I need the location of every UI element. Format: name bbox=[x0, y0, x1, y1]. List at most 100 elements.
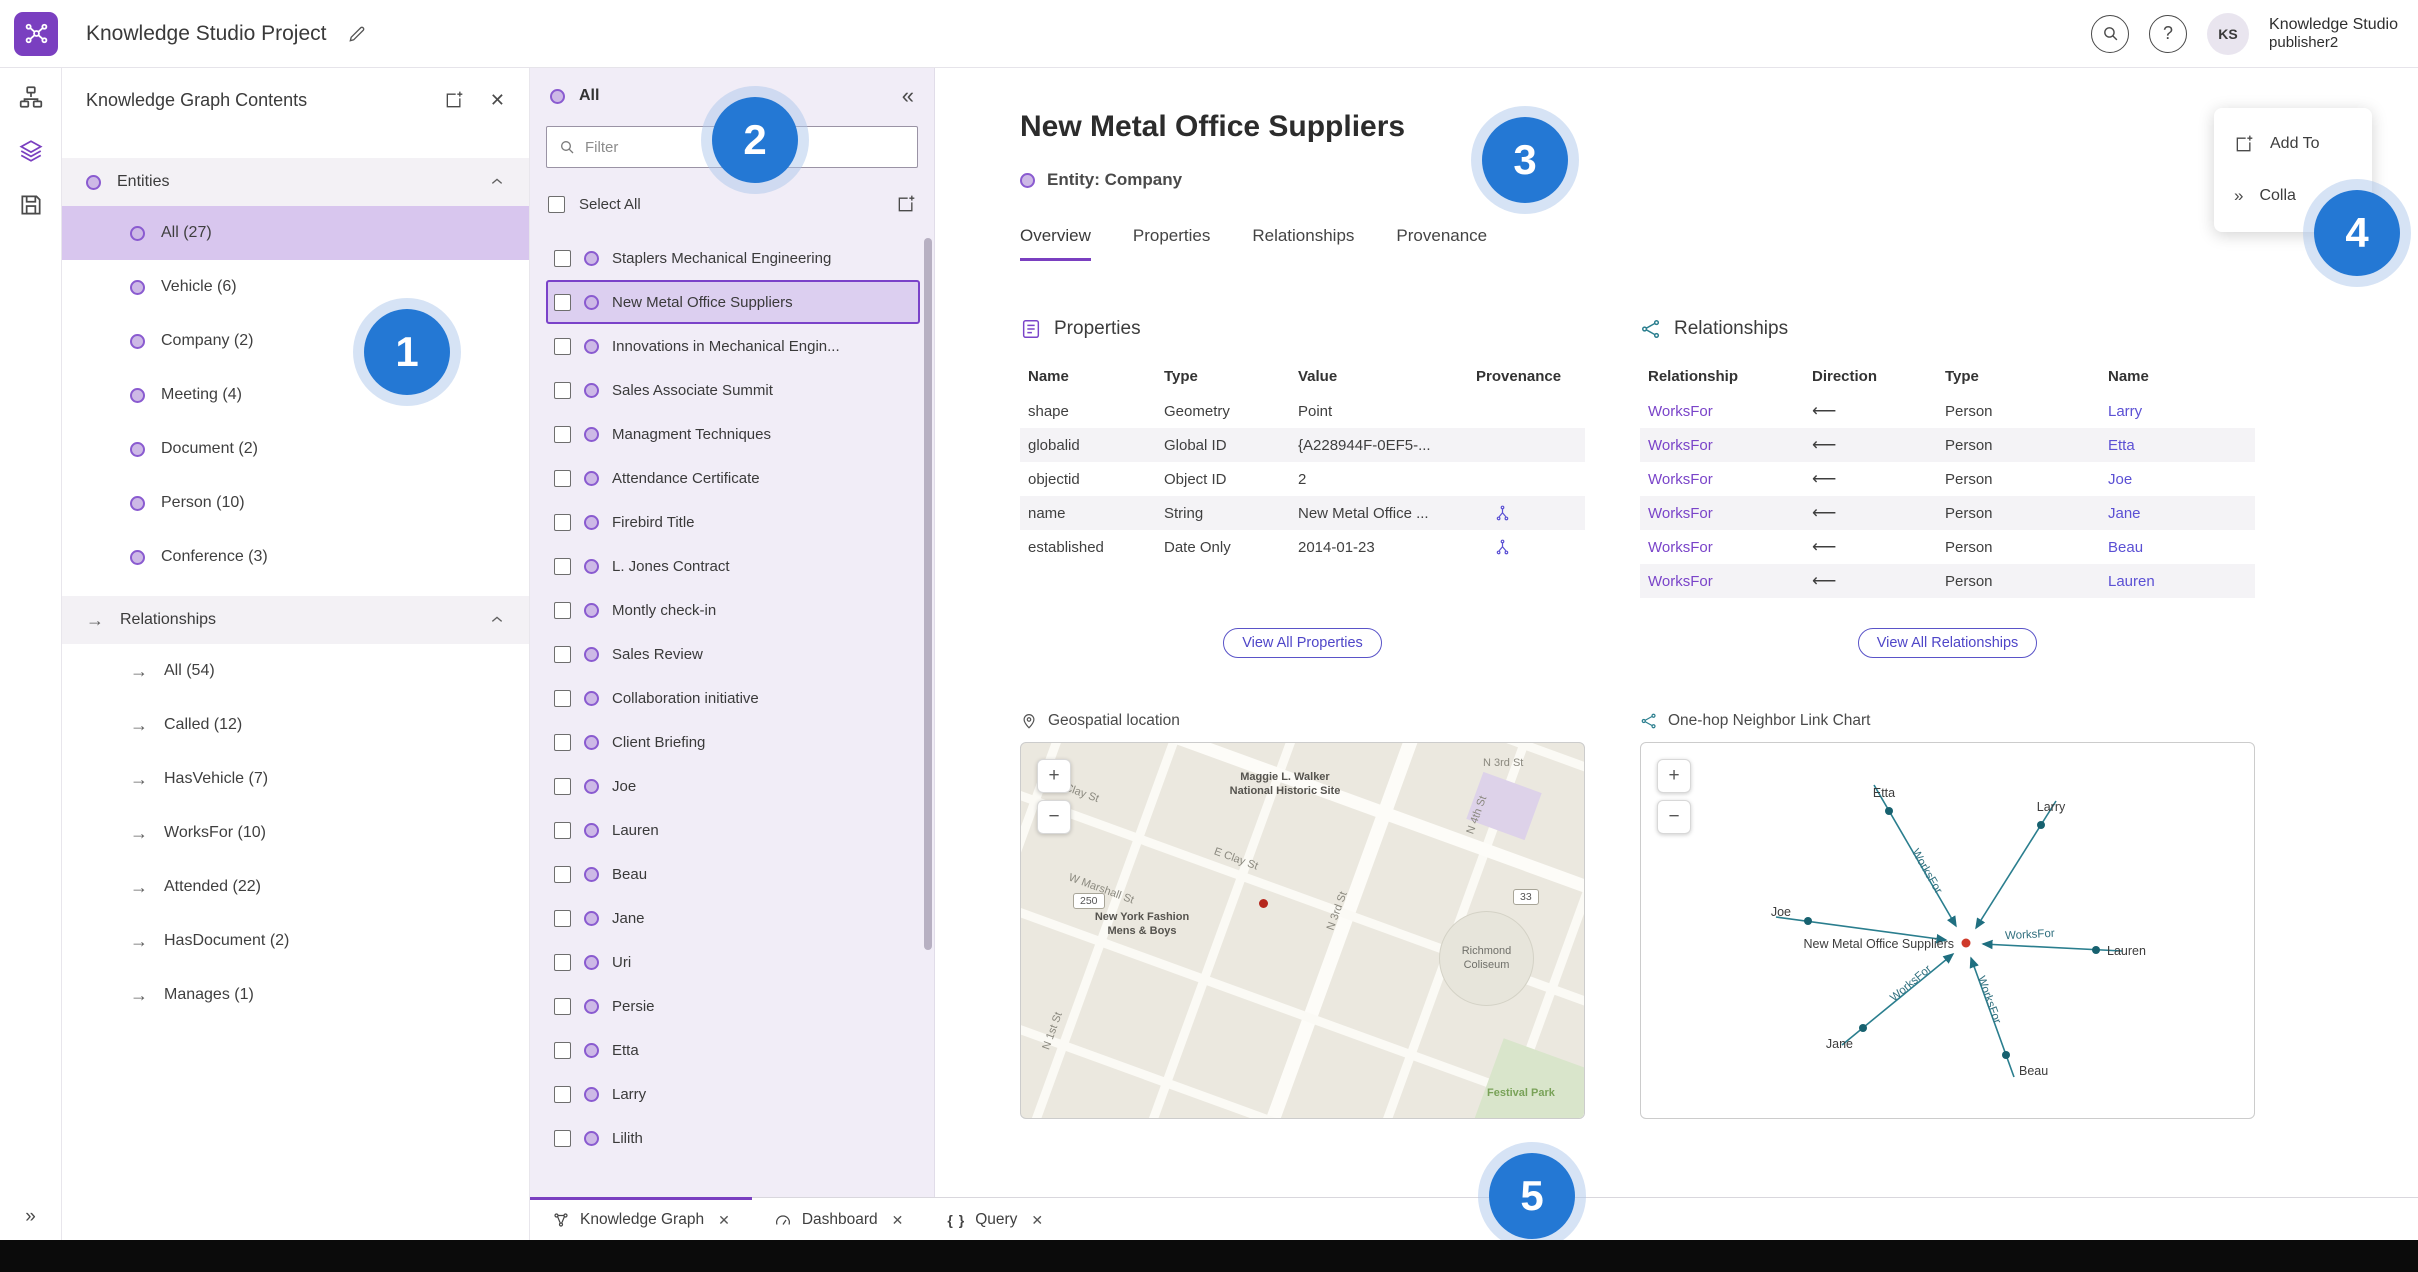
avatar[interactable]: KS bbox=[2207, 12, 2250, 55]
related-entity-link[interactable]: Lauren bbox=[2108, 573, 2255, 590]
tab-relationships[interactable]: Relationships bbox=[1252, 226, 1354, 261]
item-checkbox[interactable] bbox=[554, 645, 571, 663]
relationship-link[interactable]: WorksFor bbox=[1648, 505, 1812, 522]
edit-title-button[interactable] bbox=[347, 24, 367, 44]
relationship-link[interactable]: WorksFor bbox=[1648, 539, 1812, 556]
item-checkbox[interactable] bbox=[554, 909, 571, 927]
list-item[interactable]: Lilith bbox=[546, 1116, 920, 1160]
zoom-in-button[interactable]: + bbox=[1657, 759, 1691, 793]
search-button[interactable] bbox=[2091, 14, 2130, 53]
close-panel-button[interactable]: ✕ bbox=[490, 90, 505, 111]
zoom-out-button[interactable]: − bbox=[1657, 800, 1691, 834]
node-label[interactable]: Etta bbox=[1873, 786, 1895, 800]
entities-group-header[interactable]: Entities bbox=[62, 158, 529, 206]
item-checkbox[interactable] bbox=[554, 689, 571, 707]
tab-overview[interactable]: Overview bbox=[1020, 226, 1091, 261]
provenance-icon[interactable] bbox=[1476, 505, 1585, 522]
list-item[interactable]: Etta bbox=[546, 1028, 920, 1072]
item-checkbox[interactable] bbox=[554, 601, 571, 619]
related-entity-link[interactable]: Etta bbox=[2108, 437, 2255, 454]
item-checkbox[interactable] bbox=[554, 337, 571, 355]
item-checkbox[interactable] bbox=[554, 469, 571, 487]
node-label[interactable]: Larry bbox=[2037, 800, 2066, 814]
node-label[interactable]: Beau bbox=[2019, 1064, 2048, 1078]
node-label[interactable]: Jane bbox=[1826, 1037, 1853, 1051]
node-label[interactable]: Joe bbox=[1771, 905, 1791, 919]
list-item[interactable]: Collaboration initiative bbox=[546, 676, 920, 720]
provenance-icon[interactable] bbox=[1476, 539, 1585, 556]
list-item[interactable]: Sales Review bbox=[546, 632, 920, 676]
list-item[interactable]: Jane bbox=[546, 896, 920, 940]
list-item[interactable]: Larry bbox=[546, 1072, 920, 1116]
list-item[interactable]: Firebird Title bbox=[546, 500, 920, 544]
list-item[interactable]: Lauren bbox=[546, 808, 920, 852]
view-all-relationships-button[interactable]: View All Relationships bbox=[1857, 628, 2038, 658]
node-label[interactable]: Lauren bbox=[2107, 944, 2146, 958]
menu-item-add-to[interactable]: Add To bbox=[2214, 118, 2372, 170]
list-item[interactable]: L. Jones Contract bbox=[546, 544, 920, 588]
tab-query[interactable]: { } Query ✕ bbox=[925, 1197, 1065, 1240]
item-checkbox[interactable] bbox=[554, 293, 571, 311]
chevron-up-icon[interactable] bbox=[489, 174, 505, 190]
one-hop-link-chart[interactable]: Etta Larry Joe Lauren Jane Beau New Meta… bbox=[1640, 742, 2255, 1119]
entity-filter-company[interactable]: Company (2) bbox=[62, 314, 529, 368]
app-logo[interactable] bbox=[14, 11, 58, 56]
entity-filter-all[interactable]: All (27) bbox=[62, 206, 529, 260]
item-checkbox[interactable] bbox=[554, 821, 571, 839]
item-checkbox[interactable] bbox=[554, 381, 571, 399]
related-entity-link[interactable]: Beau bbox=[2108, 539, 2255, 556]
relationship-link[interactable]: WorksFor bbox=[1648, 573, 1812, 590]
item-checkbox[interactable] bbox=[554, 513, 571, 531]
add-to-new-panel-button[interactable] bbox=[444, 90, 464, 110]
tab-dashboard[interactable]: Dashboard ✕ bbox=[752, 1197, 926, 1240]
chevron-up-icon[interactable] bbox=[489, 612, 505, 628]
item-checkbox[interactable] bbox=[554, 953, 571, 971]
list-item[interactable]: Innovations in Mechanical Engin... bbox=[546, 324, 920, 368]
item-checkbox[interactable] bbox=[554, 1041, 571, 1059]
relationship-filter-hasdocument[interactable]: → HasDocument (2) bbox=[62, 914, 529, 968]
expand-rail-button[interactable]: » bbox=[25, 1206, 36, 1228]
view-all-properties-button[interactable]: View All Properties bbox=[1223, 628, 1382, 658]
relationship-filter-attended[interactable]: → Attended (22) bbox=[62, 860, 529, 914]
relationship-filter-all[interactable]: → All (54) bbox=[62, 644, 529, 698]
list-item[interactable]: Montly check-in bbox=[546, 588, 920, 632]
list-item[interactable]: Persie bbox=[546, 984, 920, 1028]
tab-knowledge-graph[interactable]: Knowledge Graph ✕ bbox=[530, 1197, 752, 1240]
relationship-filter-hasvehicle[interactable]: → HasVehicle (7) bbox=[62, 752, 529, 806]
list-item[interactable]: Managment Techniques bbox=[546, 412, 920, 456]
relationship-filter-manages[interactable]: → Manages (1) bbox=[62, 968, 529, 1022]
item-checkbox[interactable] bbox=[554, 425, 571, 443]
relationship-filter-worksfor[interactable]: → WorksFor (10) bbox=[62, 806, 529, 860]
zoom-in-button[interactable]: + bbox=[1037, 759, 1071, 793]
close-tab-icon[interactable]: ✕ bbox=[892, 1212, 904, 1229]
hierarchy-tool-button[interactable] bbox=[18, 84, 44, 110]
entity-filter-document[interactable]: Document (2) bbox=[62, 422, 529, 476]
list-item[interactable]: Attendance Certificate bbox=[546, 456, 920, 500]
entity-filter-vehicle[interactable]: Vehicle (6) bbox=[62, 260, 529, 314]
center-node-label[interactable]: New Metal Office Suppliers bbox=[1803, 937, 1954, 951]
tab-provenance[interactable]: Provenance bbox=[1396, 226, 1487, 261]
entity-filter-person[interactable]: Person (10) bbox=[62, 476, 529, 530]
list-item[interactable]: Client Briefing bbox=[546, 720, 920, 764]
related-entity-link[interactable]: Larry bbox=[2108, 403, 2255, 420]
zoom-out-button[interactable]: − bbox=[1037, 800, 1071, 834]
related-entity-link[interactable]: Joe bbox=[2108, 471, 2255, 488]
item-checkbox[interactable] bbox=[554, 249, 571, 267]
item-checkbox[interactable] bbox=[554, 777, 571, 795]
relationship-link[interactable]: WorksFor bbox=[1648, 437, 1812, 454]
relationships-group-header[interactable]: → Relationships bbox=[62, 596, 529, 644]
relationship-filter-called[interactable]: → Called (12) bbox=[62, 698, 529, 752]
entity-filter-meeting[interactable]: Meeting (4) bbox=[62, 368, 529, 422]
close-tab-icon[interactable]: ✕ bbox=[718, 1212, 730, 1229]
layers-tool-button[interactable] bbox=[18, 138, 44, 164]
list-item-selected[interactable]: New Metal Office Suppliers bbox=[546, 280, 920, 324]
add-selection-button[interactable] bbox=[896, 194, 916, 214]
related-entity-link[interactable]: Jane bbox=[2108, 505, 2255, 522]
item-checkbox[interactable] bbox=[554, 733, 571, 751]
relationship-link[interactable]: WorksFor bbox=[1648, 403, 1812, 420]
save-tool-button[interactable] bbox=[18, 192, 44, 218]
close-tab-icon[interactable]: ✕ bbox=[1031, 1212, 1043, 1229]
item-checkbox[interactable] bbox=[554, 865, 571, 883]
list-item[interactable]: Joe bbox=[546, 764, 920, 808]
item-checkbox[interactable] bbox=[554, 997, 571, 1015]
